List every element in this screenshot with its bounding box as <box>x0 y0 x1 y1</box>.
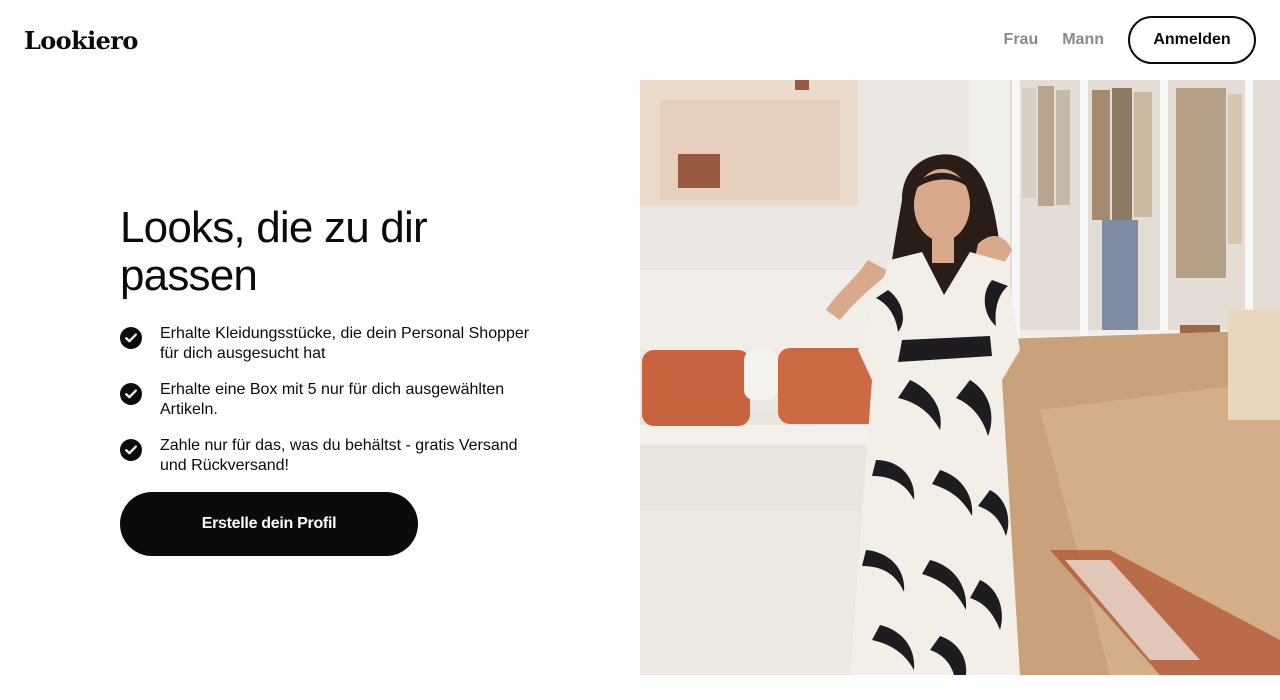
benefit-item: Zahle nur für das, was du behältst - gra… <box>120 436 540 476</box>
hero-headline: Looks, die zu dir passen <box>120 203 428 300</box>
benefit-text: Erhalte eine Box mit 5 nur für dich ausg… <box>160 381 505 418</box>
benefit-text: Zahle nur für das, was du behältst - gra… <box>160 437 518 474</box>
hero-content: Looks, die zu dir passen Erhalte Kleidun… <box>120 204 540 556</box>
check-circle-icon <box>120 439 142 461</box>
benefit-list: Erhalte Kleidungsstücke, die dein Person… <box>120 324 540 476</box>
nav-link-mann[interactable]: Mann <box>1062 31 1104 49</box>
check-circle-icon <box>120 383 142 405</box>
create-profile-button[interactable]: Erstelle dein Profil <box>120 492 418 556</box>
lookiero-logo[interactable]: Lookiero <box>24 26 138 55</box>
main-nav: Frau Mann Anmelden <box>1004 16 1256 64</box>
check-circle-icon <box>120 327 142 349</box>
benefit-text: Erhalte Kleidungsstücke, die dein Person… <box>160 325 530 362</box>
nav-link-frau[interactable]: Frau <box>1004 31 1039 49</box>
benefit-item: Erhalte Kleidungsstücke, die dein Person… <box>120 324 540 364</box>
benefit-item: Erhalte eine Box mit 5 nur für dich ausg… <box>120 380 540 420</box>
login-button[interactable]: Anmelden <box>1128 16 1256 64</box>
site-header: Lookiero Frau Mann Anmelden <box>0 0 1280 80</box>
hero-photo <box>640 80 1280 675</box>
landing-page: Lookiero Frau Mann Anmelden Looks, die z… <box>0 0 1280 700</box>
woman-in-bedroom-illustration <box>640 80 1280 675</box>
